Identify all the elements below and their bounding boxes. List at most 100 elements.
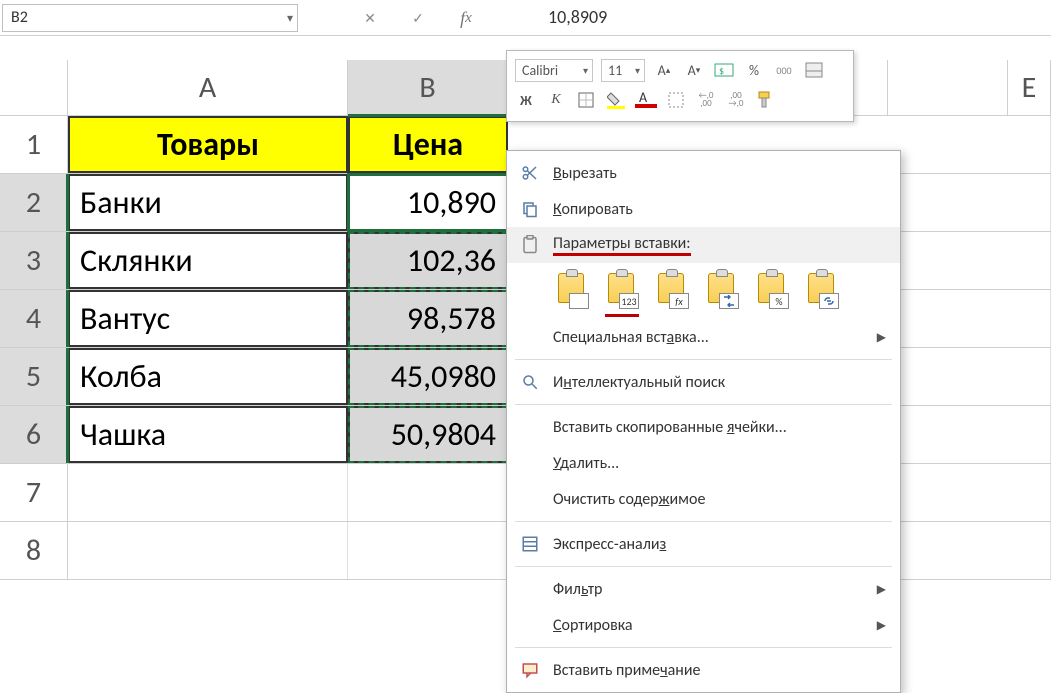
row-header-5[interactable]: 5 — [0, 348, 68, 405]
format-painter-extra-icon[interactable] — [803, 59, 825, 81]
font-size-select[interactable]: 11 ▾ — [601, 59, 645, 82]
menu-quick-analysis[interactable]: Экспресс-анализ — [507, 526, 900, 562]
paste-pct-label: % — [769, 293, 789, 309]
cell-B2[interactable]: 10,890 — [348, 174, 508, 231]
col-header-B[interactable]: B — [348, 60, 508, 115]
menu-smart-lookup[interactable]: Интеллектуальный поиск — [507, 364, 900, 400]
menu-filter[interactable]: Фильтр ▶ — [507, 571, 900, 607]
separator — [515, 647, 892, 648]
cell-B8[interactable] — [348, 522, 508, 579]
separator — [515, 521, 892, 522]
cell-A7[interactable] — [68, 464, 348, 521]
menu-copy[interactable]: Копировать — [507, 191, 900, 227]
cell-A6[interactable]: Чашка — [68, 406, 348, 463]
row-header-1[interactable]: 1 — [0, 116, 68, 173]
cell-A3[interactable]: Склянки — [68, 232, 348, 289]
border-style-icon[interactable] — [665, 89, 687, 111]
menu-paste-options-header: Параметры вставки: — [507, 227, 900, 263]
menu-insert-copied-cells[interactable]: Вставить скопированные ячейки... — [507, 409, 900, 445]
cell-A2[interactable]: Банки — [68, 174, 348, 231]
menu-cut-label: Вырезать — [553, 164, 617, 183]
quick-analysis-icon — [519, 533, 541, 555]
font-name-value: Calibri — [522, 62, 558, 79]
increase-font-icon[interactable]: A▴ — [653, 59, 675, 81]
context-menu: Вырезать Копировать Параметры вставки: 1… — [506, 150, 901, 693]
select-all-corner[interactable] — [0, 60, 68, 115]
formula-value[interactable]: 10,8909 — [548, 6, 607, 28]
cell-A4[interactable]: Вантус — [68, 290, 348, 347]
menu-paste-special-label: Специальная вставка... — [553, 328, 709, 347]
row-header-7[interactable]: 7 — [0, 464, 68, 521]
cell-B3[interactable]: 102,36 — [348, 232, 508, 289]
chevron-down-icon[interactable]: ▾ — [635, 64, 640, 77]
cell-B4[interactable]: 98,578 — [348, 290, 508, 347]
format-painter-icon[interactable] — [755, 89, 777, 111]
menu-sort-label: Сортировка — [553, 616, 633, 635]
underline-highlight — [605, 314, 639, 317]
paste-option-transpose[interactable] — [703, 271, 739, 311]
separator — [515, 359, 892, 360]
cell-A8[interactable] — [68, 522, 348, 579]
paste-option-values[interactable]: 123 — [603, 271, 639, 311]
fill-color-icon[interactable] — [605, 89, 627, 111]
row-header-2[interactable]: 2 — [0, 174, 68, 231]
submenu-arrow-icon: ▶ — [877, 618, 886, 633]
menu-insert-comment-label: Вставить примечание — [553, 661, 700, 680]
paste-option-link[interactable] — [803, 271, 839, 311]
paste-option-default[interactable] — [553, 271, 589, 311]
increase-decimal-icon[interactable]: ←,0,00 — [695, 89, 717, 111]
menu-clear-contents[interactable]: Очистить содержимое — [507, 481, 900, 517]
bold-button[interactable]: Ж — [515, 89, 537, 111]
paste-transpose-label — [719, 293, 739, 309]
decrease-decimal-icon[interactable]: ,00→,0 — [725, 89, 747, 111]
borders-icon[interactable] — [575, 89, 597, 111]
decrease-font-icon[interactable]: A▾ — [683, 59, 705, 81]
row-header-3[interactable]: 3 — [0, 232, 68, 289]
paste-option-formulas[interactable]: fx — [653, 271, 689, 311]
comment-icon — [519, 659, 541, 681]
chevron-down-icon[interactable]: ▾ — [583, 64, 588, 77]
cell-B7[interactable] — [348, 464, 508, 521]
font-name-select[interactable]: Calibri ▾ — [515, 59, 593, 82]
comma-format-icon[interactable]: 000 — [773, 59, 795, 81]
font-size-value: 11 — [608, 62, 622, 79]
accept-formula-icon[interactable]: ✓ — [408, 8, 428, 28]
menu-insert-copied-label: Вставить скопированные ячейки... — [553, 418, 787, 437]
cancel-formula-icon[interactable]: ✕ — [360, 8, 380, 28]
submenu-arrow-icon: ▶ — [877, 582, 886, 597]
fx-icon[interactable]: fx — [456, 8, 476, 28]
row-header-4[interactable]: 4 — [0, 290, 68, 347]
italic-button[interactable]: К — [545, 89, 567, 111]
menu-clear-label: Очистить содержимое — [553, 490, 705, 509]
chevron-down-icon[interactable]: ▾ — [287, 11, 293, 26]
menu-insert-comment[interactable]: Вставить примечание — [507, 652, 900, 688]
row-header-8[interactable]: 8 — [0, 522, 68, 579]
copy-icon — [519, 198, 541, 220]
mini-toolbar: Calibri ▾ 11 ▾ A▴ A▾ $ % 000 Ж К ←,0,00 — [506, 50, 854, 122]
separator — [515, 404, 892, 405]
row-header-6[interactable]: 6 — [0, 406, 68, 463]
cell-A1[interactable]: Товары — [68, 116, 348, 173]
name-box[interactable]: B2 ▾ — [2, 4, 298, 32]
submenu-arrow-icon: ▶ — [877, 330, 886, 345]
paste-option-formatting[interactable]: % — [753, 271, 789, 311]
formula-bar: B2 ▾ ✕ ✓ fx 10,8909 — [0, 0, 1051, 36]
menu-cut[interactable]: Вырезать — [507, 155, 900, 191]
col-header-A[interactable]: A — [68, 60, 348, 115]
paste-values-label: 123 — [619, 293, 639, 309]
cell-A5[interactable]: Колба — [68, 348, 348, 405]
cell-B5[interactable]: 45,0980 — [348, 348, 508, 405]
percent-format-icon[interactable]: % — [743, 59, 765, 81]
col-header-E[interactable]: E — [1008, 60, 1051, 115]
menu-quick-analysis-label: Экспресс-анализ — [553, 535, 666, 554]
menu-paste-special[interactable]: Специальная вставка... ▶ — [507, 319, 900, 355]
cell-B1[interactable]: Цена — [348, 116, 508, 173]
accounting-format-icon[interactable]: $ — [713, 59, 735, 81]
font-color-icon[interactable] — [635, 89, 657, 111]
col-header-D[interactable] — [888, 60, 1008, 115]
paste-fx-label: fx — [669, 293, 689, 309]
menu-sort[interactable]: Сортировка ▶ — [507, 607, 900, 643]
clipboard-icon — [519, 234, 541, 256]
cell-B6[interactable]: 50,9804 — [348, 406, 508, 463]
menu-delete[interactable]: Удалить... — [507, 445, 900, 481]
